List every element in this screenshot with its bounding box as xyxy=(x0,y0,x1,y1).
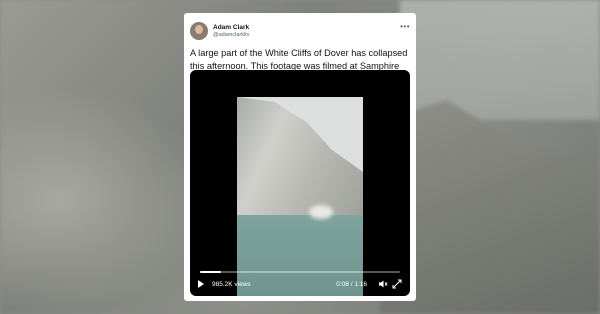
video-controls: 985.2K views 0:08 / 1:16 xyxy=(198,277,402,291)
video-time: 0:08 / 1:16 xyxy=(336,280,367,288)
avatar[interactable] xyxy=(190,22,208,40)
author-handle[interactable]: @adamclarkitv xyxy=(213,32,249,38)
tweet-header: Adam Clark @adamclarkitv ••• xyxy=(190,19,410,43)
background-sky xyxy=(400,0,600,120)
author-name[interactable]: Adam Clark xyxy=(213,24,249,31)
tweet-card: Adam Clark @adamclarkitv ••• A large par… xyxy=(184,13,416,301)
video-player[interactable]: 985.2K views 0:08 / 1:16 xyxy=(190,70,410,296)
video-progress-fill xyxy=(200,271,221,273)
video-progress-bar[interactable] xyxy=(200,271,400,273)
view-count: 985.2K views xyxy=(212,280,251,288)
video-dust xyxy=(309,205,333,219)
play-icon[interactable] xyxy=(198,280,204,288)
video-frame[interactable] xyxy=(237,97,363,296)
more-dots-icon[interactable]: ••• xyxy=(400,22,410,31)
author-info: Adam Clark @adamclarkitv xyxy=(213,24,249,37)
fullscreen-icon[interactable] xyxy=(392,279,402,289)
mute-icon[interactable] xyxy=(378,279,388,289)
